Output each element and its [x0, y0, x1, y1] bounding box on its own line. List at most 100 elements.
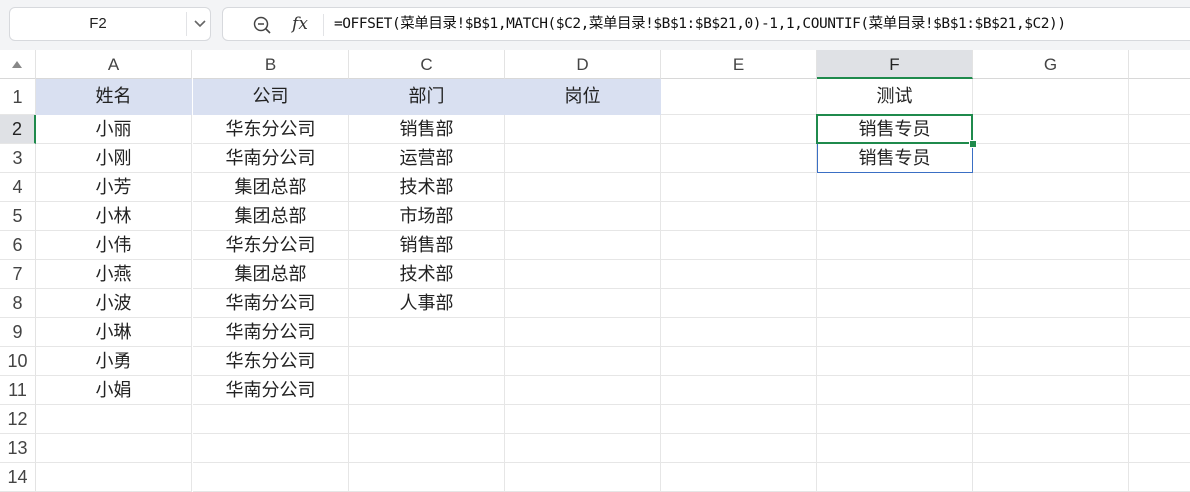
cell-g8[interactable] [973, 289, 1129, 318]
cell-g2[interactable] [973, 115, 1129, 144]
row-header-5[interactable]: 5 [0, 202, 36, 231]
cell-b4[interactable]: 集团总部 [193, 173, 349, 202]
column-header-g[interactable]: G [973, 50, 1129, 79]
cell-g12[interactable] [973, 405, 1129, 434]
cell-d13[interactable] [505, 434, 661, 463]
cell-d14[interactable] [505, 463, 661, 492]
header-cell-e[interactable] [661, 79, 817, 115]
column-header-b[interactable]: B [193, 50, 349, 79]
cell-e7[interactable] [661, 260, 817, 289]
cell-c12[interactable] [349, 405, 505, 434]
formula-input[interactable]: =OFFSET(菜单目录!$B$1,MATCH($C2,菜单目录!$B$1:$B… [334, 8, 1066, 40]
cell-a7[interactable]: 小燕 [36, 260, 192, 289]
cell-g9[interactable] [973, 318, 1129, 347]
cell-g14[interactable] [973, 463, 1129, 492]
cell-f6[interactable] [817, 231, 973, 260]
cell-b11[interactable]: 华南分公司 [193, 376, 349, 405]
cell-d4[interactable] [505, 173, 661, 202]
cell-h8[interactable] [1129, 289, 1190, 318]
cell-g13[interactable] [973, 434, 1129, 463]
cell-a5[interactable]: 小林 [36, 202, 192, 231]
cell-a6[interactable]: 小伟 [36, 231, 192, 260]
cell-c7[interactable]: 技术部 [349, 260, 505, 289]
cell-e4[interactable] [661, 173, 817, 202]
cell-c9[interactable] [349, 318, 505, 347]
cell-h12[interactable] [1129, 405, 1190, 434]
cell-f14[interactable] [817, 463, 973, 492]
cell-c14[interactable] [349, 463, 505, 492]
row-header-11[interactable]: 11 [0, 376, 36, 405]
cell-a13[interactable] [36, 434, 192, 463]
header-cell-d[interactable]: 岗位 [505, 79, 661, 115]
cell-h6[interactable] [1129, 231, 1190, 260]
row-header-12[interactable]: 12 [0, 405, 36, 434]
cell-e8[interactable] [661, 289, 817, 318]
cell-d11[interactable] [505, 376, 661, 405]
cell-g4[interactable] [973, 173, 1129, 202]
cell-e11[interactable] [661, 376, 817, 405]
cell-h5[interactable] [1129, 202, 1190, 231]
cell-b9[interactable]: 华南分公司 [193, 318, 349, 347]
row-header-3[interactable]: 3 [0, 144, 36, 173]
row-header-14[interactable]: 14 [0, 463, 36, 492]
cell-g11[interactable] [973, 376, 1129, 405]
cell-c2[interactable]: 销售部 [349, 115, 505, 144]
cell-b5[interactable]: 集团总部 [193, 202, 349, 231]
cell-e5[interactable] [661, 202, 817, 231]
cell-f5[interactable] [817, 202, 973, 231]
cell-a2[interactable]: 小丽 [36, 115, 192, 144]
cell-h2[interactable] [1129, 115, 1190, 144]
cell-f4[interactable] [817, 173, 973, 202]
cell-a14[interactable] [36, 463, 192, 492]
chevron-down-icon[interactable] [190, 8, 210, 40]
cell-h4[interactable] [1129, 173, 1190, 202]
cell-d3[interactable] [505, 144, 661, 173]
cell-d9[interactable] [505, 318, 661, 347]
cell-b7[interactable]: 集团总部 [193, 260, 349, 289]
cell-e14[interactable] [661, 463, 817, 492]
cell-b3[interactable]: 华南分公司 [193, 144, 349, 173]
cell-f13[interactable] [817, 434, 973, 463]
cell-a10[interactable]: 小勇 [36, 347, 192, 376]
cell-e2[interactable] [661, 115, 817, 144]
header-cell-f[interactable]: 测试 [817, 79, 973, 115]
cell-h9[interactable] [1129, 318, 1190, 347]
row-header-13[interactable]: 13 [0, 434, 36, 463]
fill-handle[interactable] [969, 140, 977, 148]
cell-a8[interactable]: 小波 [36, 289, 192, 318]
cell-c6[interactable]: 销售部 [349, 231, 505, 260]
cell-f11[interactable] [817, 376, 973, 405]
cell-d7[interactable] [505, 260, 661, 289]
cell-b2[interactable]: 华东分公司 [193, 115, 349, 144]
cell-d8[interactable] [505, 289, 661, 318]
header-cell-h[interactable] [1129, 79, 1190, 115]
cell-c11[interactable] [349, 376, 505, 405]
cell-d5[interactable] [505, 202, 661, 231]
cell-e10[interactable] [661, 347, 817, 376]
cell-g10[interactable] [973, 347, 1129, 376]
column-header-c[interactable]: C [349, 50, 505, 79]
cell-c8[interactable]: 人事部 [349, 289, 505, 318]
column-header-e[interactable]: E [661, 50, 817, 79]
name-box[interactable]: F2 [9, 7, 211, 41]
cell-b6[interactable]: 华东分公司 [193, 231, 349, 260]
cell-e13[interactable] [661, 434, 817, 463]
cell-b12[interactable] [193, 405, 349, 434]
column-header-a[interactable]: A [36, 50, 192, 79]
cell-h3[interactable] [1129, 144, 1190, 173]
cell-c10[interactable] [349, 347, 505, 376]
row-header-9[interactable]: 9 [0, 318, 36, 347]
cell-a11[interactable]: 小娟 [36, 376, 192, 405]
cell-d10[interactable] [505, 347, 661, 376]
cell-c5[interactable]: 市场部 [349, 202, 505, 231]
row-header-6[interactable]: 6 [0, 231, 36, 260]
cell-h14[interactable] [1129, 463, 1190, 492]
cell-f7[interactable] [817, 260, 973, 289]
cell-a12[interactable] [36, 405, 192, 434]
cell-b13[interactable] [193, 434, 349, 463]
formula-bar[interactable]: fx =OFFSET(菜单目录!$B$1,MATCH($C2,菜单目录!$B$1… [222, 7, 1190, 41]
cell-c3[interactable]: 运营部 [349, 144, 505, 173]
cell-g6[interactable] [973, 231, 1129, 260]
cell-e9[interactable] [661, 318, 817, 347]
cell-h13[interactable] [1129, 434, 1190, 463]
